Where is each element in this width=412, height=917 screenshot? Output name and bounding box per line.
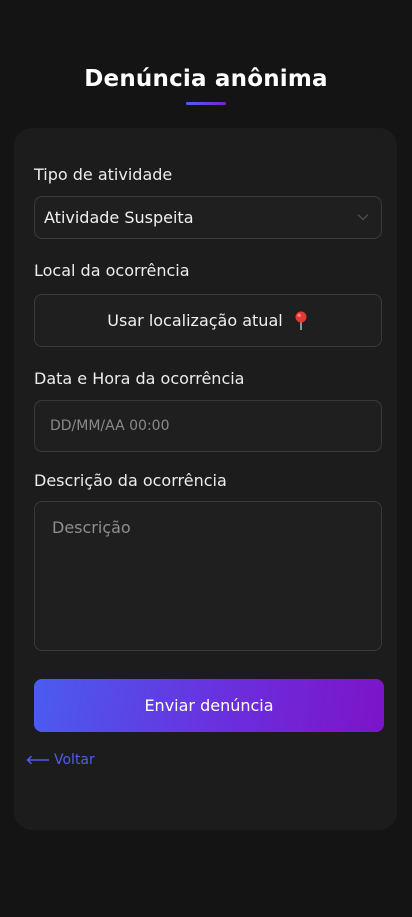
submit-report-button[interactable]: Enviar denúncia [34,679,384,732]
page-title: Denúncia anônima [84,66,328,92]
use-current-location-button[interactable]: Usar localização atual [34,294,382,347]
chevron-down-icon [357,214,369,221]
activity-type-selected-value: Atividade Suspeita [44,208,194,227]
back-link-label: Voltar [54,752,95,768]
description-textarea[interactable] [35,502,381,650]
activity-type-label: Tipo de atividade [34,165,173,184]
title-underline [186,102,226,105]
activity-type-select[interactable]: Atividade Suspeita [34,196,382,239]
arrow-left-icon [26,755,49,765]
description-label: Descrição da ocorrência [34,471,227,490]
datetime-label: Data e Hora da ocorrência [34,369,245,388]
description-field [34,501,382,651]
map-pin-icon [295,311,307,330]
anonymous-report-page: Denúncia anônima Tipo de atividade Ativi… [0,0,412,917]
back-link[interactable]: Voltar [26,752,95,768]
datetime-input[interactable] [35,401,381,451]
location-label: Local da ocorrência [34,261,190,280]
datetime-field [34,400,382,452]
use-current-location-label: Usar localização atual [107,311,283,330]
